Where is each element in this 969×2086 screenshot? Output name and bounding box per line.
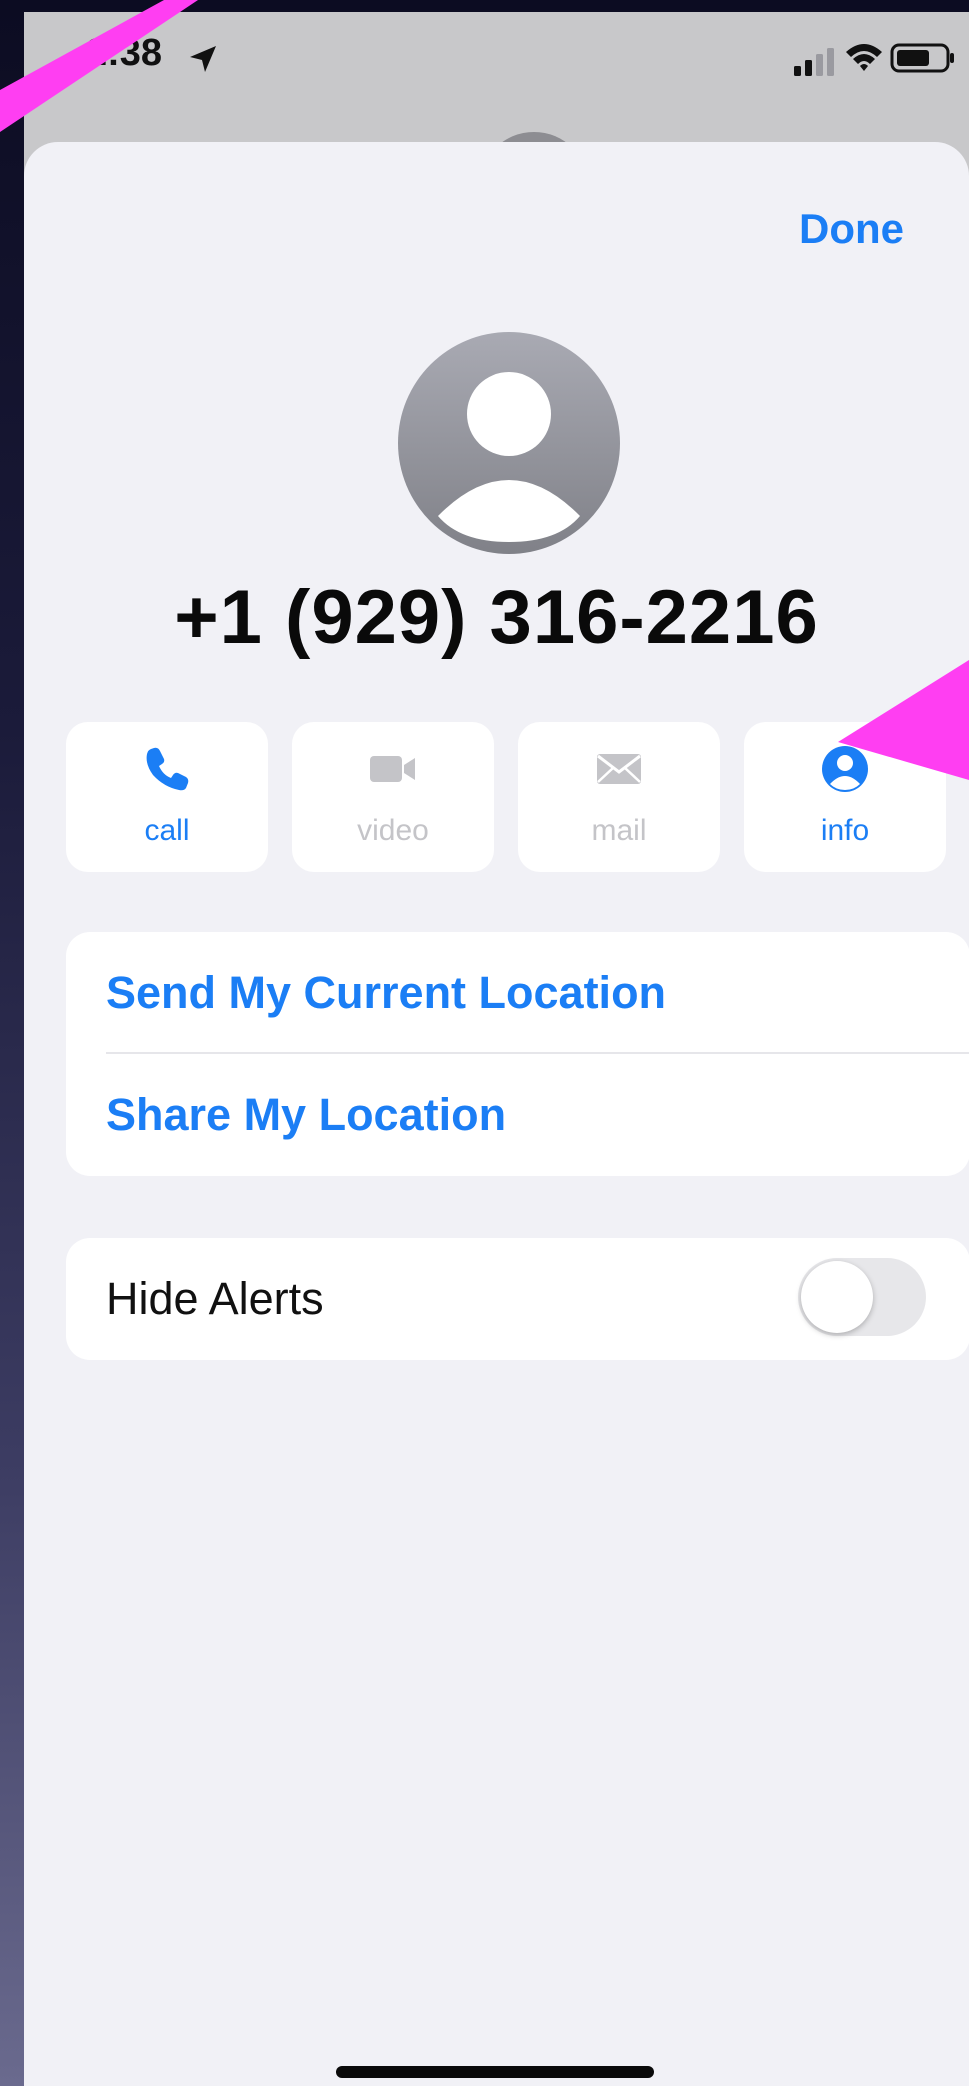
info-button[interactable]: info (744, 722, 946, 872)
call-button[interactable]: call (66, 722, 268, 872)
done-button[interactable]: Done (799, 194, 969, 264)
status-time: 2:38 (86, 32, 163, 74)
person-circle-icon (822, 746, 868, 792)
wifi-icon (846, 44, 882, 71)
alerts-group: Hide Alerts (66, 1238, 969, 1360)
contact-actions: call video mail info (66, 722, 969, 872)
hide-alerts-row: Hide Alerts (66, 1238, 969, 1358)
hide-alerts-toggle[interactable] (798, 1258, 926, 1336)
call-label: call (144, 814, 190, 847)
location-options-group: Send My Current Location Share My Locati… (66, 932, 969, 1176)
battery-icon (890, 43, 954, 73)
send-current-location-label: Send My Current Location (106, 967, 667, 1018)
phone-icon (146, 747, 189, 791)
phone-screen: 2:38 Done +1 (929) 316-2216 call video m… (24, 12, 969, 2086)
home-indicator (336, 2066, 654, 2078)
contact-name: +1 (929) 316-2216 (174, 575, 819, 660)
mail-button[interactable]: mail (518, 722, 720, 872)
contact-details-sheet: Done +1 (929) 316-2216 call video mail i… (24, 142, 969, 2086)
envelope-icon (597, 754, 641, 784)
person-placeholder-icon (438, 372, 580, 542)
mail-label: mail (591, 814, 647, 847)
signal-icon (794, 48, 834, 76)
share-location-row[interactable]: Share My Location (66, 1054, 969, 1174)
send-current-location-row[interactable]: Send My Current Location (66, 932, 969, 1052)
avatar (398, 332, 620, 554)
location-arrow-icon (190, 46, 216, 72)
video-label: video (357, 814, 429, 847)
toggle-knob (801, 1261, 873, 1333)
hide-alerts-label: Hide Alerts (106, 1273, 324, 1324)
share-location-label: Share My Location (106, 1089, 507, 1140)
info-label: info (820, 814, 870, 847)
video-camera-icon (370, 756, 415, 782)
video-button[interactable]: video (292, 722, 494, 872)
status-bar: 2:38 (24, 12, 969, 122)
